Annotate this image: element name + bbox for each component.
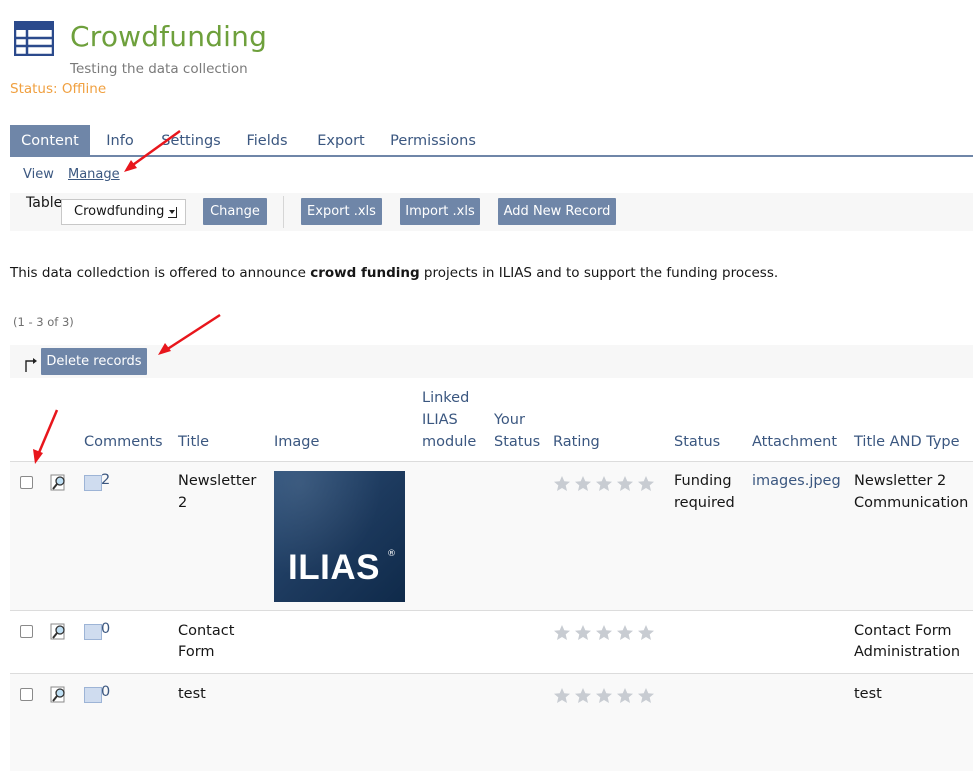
subtab-manage[interactable]: Manage: [68, 167, 120, 182]
record-range: (1 - 3 of 3): [13, 315, 74, 329]
view-magnifier-icon[interactable]: [50, 623, 68, 640]
star-icon[interactable]: [574, 475, 592, 492]
change-button[interactable]: Change: [203, 198, 267, 225]
add-new-record-button[interactable]: Add New Record: [498, 198, 616, 225]
star-icon[interactable]: [553, 475, 571, 492]
star-icon[interactable]: [637, 475, 655, 492]
comment-icon[interactable]: [84, 475, 102, 491]
col-linked-line3[interactable]: module: [422, 431, 476, 453]
comment-count[interactable]: 2: [101, 472, 110, 488]
table-icon: [14, 21, 54, 56]
chevron-down-icon: [168, 207, 177, 218]
rating-stars[interactable]: [553, 624, 655, 641]
description-part: This data colledction is offered to anno…: [10, 265, 311, 281]
comment-icon[interactable]: [84, 624, 102, 640]
col-linked-line1[interactable]: Linked: [422, 387, 469, 409]
description-text: This data colledction is offered to anno…: [10, 265, 778, 281]
description-part: projects in ILIAS and to support the fun…: [419, 265, 779, 281]
row-checkbox[interactable]: [20, 625, 33, 638]
table-select-value: Crowdfunding: [74, 204, 165, 219]
comment-count[interactable]: 0: [101, 684, 110, 700]
star-icon[interactable]: [595, 475, 613, 492]
row-title-line1: Newsletter: [178, 473, 257, 489]
tab-content[interactable]: Content: [10, 125, 90, 155]
star-icon[interactable]: [637, 624, 655, 641]
page-subtitle: Testing the data collection: [70, 61, 248, 77]
star-icon[interactable]: [616, 475, 634, 492]
table-row: 0 Contact Form Contact Form Administrati…: [10, 611, 973, 674]
ilias-logo-image: ILIAS ®: [274, 471, 405, 602]
row-title-type-line1: Contact Form: [854, 623, 952, 639]
col-comments[interactable]: Comments: [84, 431, 163, 453]
comment-count[interactable]: 0: [101, 621, 110, 637]
col-status[interactable]: Status: [674, 431, 720, 453]
row-title-line1: test: [178, 686, 206, 702]
col-attachment[interactable]: Attachment: [752, 431, 837, 453]
tab-settings[interactable]: Settings: [159, 125, 223, 155]
star-icon[interactable]: [595, 624, 613, 641]
comment-icon[interactable]: [84, 687, 102, 703]
row-title-line2: Form: [178, 644, 215, 660]
subtab-view[interactable]: View: [23, 167, 54, 182]
row-title-type-line1: test: [854, 686, 882, 702]
row-status-line2: required: [674, 495, 735, 511]
toolbar-divider: [283, 196, 284, 228]
view-magnifier-icon[interactable]: [50, 686, 68, 703]
row-title-line1: Contact: [178, 623, 235, 639]
col-image[interactable]: Image: [274, 431, 319, 453]
tab-permissions[interactable]: Permissions: [388, 125, 478, 155]
annotation-arrowhead: [124, 160, 137, 172]
sub-arrow-icon: [25, 358, 37, 372]
star-icon[interactable]: [637, 687, 655, 704]
star-icon[interactable]: [553, 624, 571, 641]
row-status-line1: Funding: [674, 473, 732, 489]
rating-stars[interactable]: [553, 475, 655, 492]
view-magnifier-icon[interactable]: [50, 474, 68, 491]
star-icon[interactable]: [574, 624, 592, 641]
import-xls-button[interactable]: Import .xls: [400, 198, 480, 225]
row-title-type-line1: Newsletter 2: [854, 473, 947, 489]
tab-fields[interactable]: Fields: [242, 125, 292, 155]
tab-bar: Content Info Settings Fields Export Perm…: [10, 125, 973, 157]
col-linked-line2[interactable]: ILIAS: [422, 409, 458, 431]
export-xls-button[interactable]: Export .xls: [301, 198, 382, 225]
table-header: Comments Title Image Linked ILIAS module…: [10, 378, 973, 462]
star-icon[interactable]: [616, 624, 634, 641]
table-toolbar: Table Crowdfunding Change Export .xls Im…: [10, 193, 973, 231]
col-your-status-line1[interactable]: Your: [494, 409, 525, 431]
description-bold: crowd funding: [310, 265, 420, 281]
ilias-logo-text: ILIAS: [288, 548, 380, 587]
status-text: Status: Offline: [10, 81, 107, 97]
star-icon[interactable]: [574, 687, 592, 704]
registered-mark: ®: [387, 549, 396, 559]
col-title-and-type[interactable]: Title AND Type: [854, 431, 960, 453]
row-title-type-line2: Administration: [854, 644, 961, 660]
page-title: Crowdfunding: [70, 20, 268, 53]
tab-info[interactable]: Info: [100, 125, 140, 155]
multi-action-bar: Delete records: [10, 345, 973, 378]
star-icon[interactable]: [616, 687, 634, 704]
delete-records-button[interactable]: Delete records: [41, 348, 147, 375]
row-title-line2: 2: [178, 495, 188, 511]
rating-stars[interactable]: [553, 687, 655, 704]
table-row: 2 Newsletter 2 ILIAS ® Funding required …: [10, 462, 973, 611]
row-title-type-line2: Communication: [854, 495, 969, 511]
table-label: Table: [26, 195, 63, 211]
row-checkbox[interactable]: [20, 688, 33, 701]
attachment-link[interactable]: images.jpeg: [752, 470, 841, 492]
table-select[interactable]: Crowdfunding: [61, 199, 186, 225]
tab-export[interactable]: Export: [313, 125, 369, 155]
col-title[interactable]: Title: [178, 431, 209, 453]
star-icon[interactable]: [553, 687, 571, 704]
star-icon[interactable]: [595, 687, 613, 704]
col-rating[interactable]: Rating: [553, 431, 600, 453]
col-your-status-line2[interactable]: Status: [494, 431, 540, 453]
table-row: 0 test test: [10, 674, 973, 771]
row-checkbox[interactable]: [20, 476, 33, 489]
